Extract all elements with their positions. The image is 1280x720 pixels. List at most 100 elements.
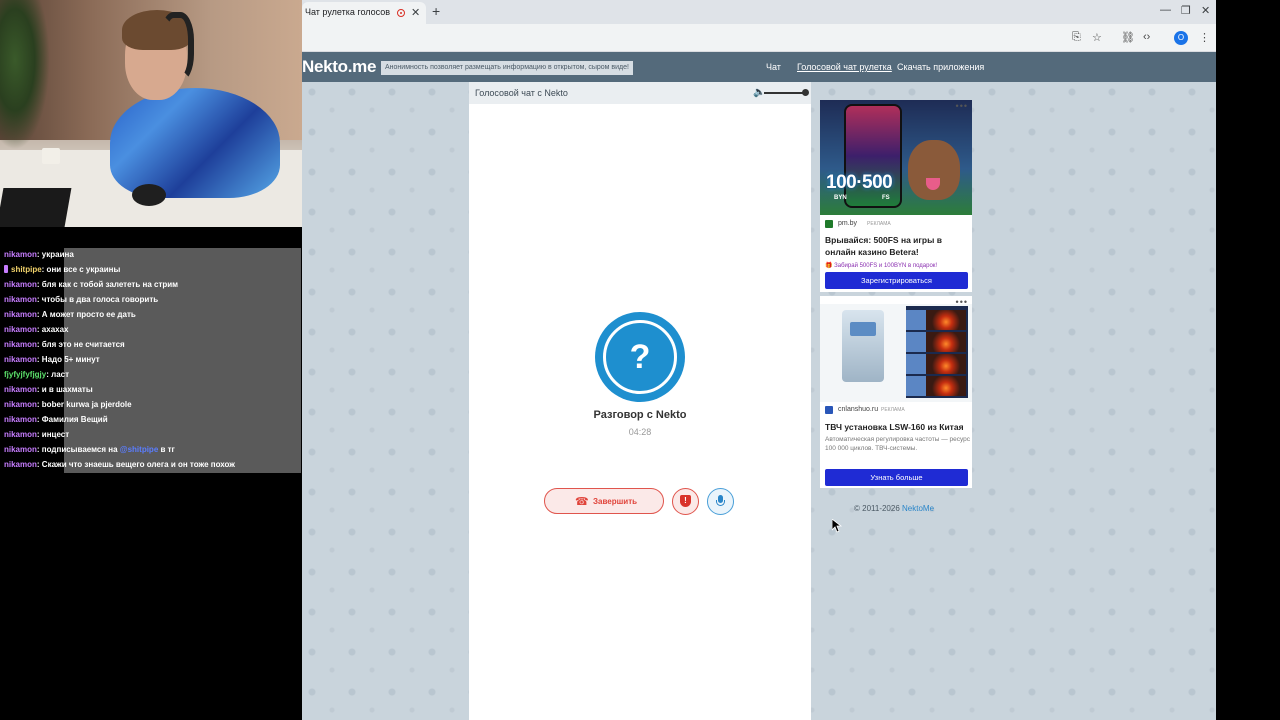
nav-download-apps[interactable]: Скачать приложения bbox=[897, 62, 984, 72]
profile-avatar[interactable]: O bbox=[1174, 31, 1188, 45]
bookmark-star-icon[interactable]: ☆ bbox=[1092, 31, 1102, 44]
chat-message-body: : бля как с тобой залететь на стрим bbox=[36, 280, 179, 289]
chat-message-text: nikamon: bober kurwa ja pjerdole bbox=[4, 400, 132, 409]
ad-title[interactable]: Врывайся: 500FS на игры в онлайн казино … bbox=[825, 234, 971, 258]
chat-username: fjyfyjfyfjgjy bbox=[4, 370, 47, 379]
chat-message-text: nikamon: ахахах bbox=[4, 325, 69, 334]
copyright-text: © 2011-2026 bbox=[854, 504, 900, 513]
chat-message-background bbox=[64, 428, 301, 443]
ad-banner-image: 100·500 BYN FS ••• bbox=[820, 100, 972, 215]
chat-username: shitpipe bbox=[11, 265, 42, 274]
nav-voice-chat[interactable]: Голосовой чат рулетка bbox=[797, 62, 892, 72]
recording-icon bbox=[397, 9, 405, 17]
headset bbox=[160, 12, 194, 82]
site-header: Nekto.me Анонимность позволяет размещать… bbox=[302, 52, 1216, 82]
footer-link[interactable]: NektoMe bbox=[902, 504, 934, 513]
panel-header: Голосовой чат с Nekto 🔈 bbox=[469, 82, 811, 104]
new-tab-button[interactable]: + bbox=[432, 3, 440, 19]
tab-close-icon[interactable]: ✕ bbox=[411, 6, 420, 19]
streamer-body bbox=[110, 88, 280, 198]
browser-window: Чат рулетка голосов ✕ + — ❐ ✕ ⎘ ☆ ⛓ ‹› O… bbox=[302, 0, 1216, 720]
chat-message-background bbox=[64, 383, 301, 398]
chat-message-text: nikamon: Надо 5+ минут bbox=[4, 355, 100, 364]
machine-image bbox=[842, 310, 884, 382]
register-button[interactable]: Зарегистрироваться bbox=[825, 272, 968, 289]
chat-username: nikamon bbox=[4, 385, 37, 394]
site-logo[interactable]: Nekto.me bbox=[302, 57, 376, 77]
chat-message-background bbox=[64, 368, 301, 383]
chat-username: nikamon bbox=[4, 355, 37, 364]
chat-message: nikamon: украина bbox=[0, 248, 302, 263]
ad-promo: 🎁 Забирай 500FS и 100BYN в подарок! bbox=[825, 263, 938, 269]
chat-message-background bbox=[64, 323, 301, 338]
dog-mascot-image bbox=[908, 140, 960, 200]
webcam-mouse bbox=[132, 184, 166, 206]
report-button[interactable]: ! bbox=[672, 488, 699, 515]
ad-title[interactable]: ТВЧ установка LSW-160 из Китая bbox=[825, 421, 971, 433]
end-call-label: Завершить bbox=[593, 497, 638, 506]
maximize-button[interactable]: ❐ bbox=[1181, 4, 1191, 17]
anonymity-notice: Анонимность позволяет размещать информац… bbox=[381, 61, 633, 75]
minimize-button[interactable]: — bbox=[1160, 4, 1171, 16]
ad-betera[interactable]: 100·500 BYN FS ••• pm.by РЕКЛАМА Врывайс… bbox=[820, 100, 972, 292]
chat-message-text: fjyfyjfyfjgjy: ласт bbox=[4, 370, 69, 379]
end-call-button[interactable]: ☎ Завершить bbox=[544, 488, 664, 514]
webcam-mug bbox=[42, 148, 60, 164]
chat-username: nikamon bbox=[4, 250, 37, 259]
chat-message-text: nikamon: Фамилия Вещий bbox=[4, 415, 108, 424]
chat-message: nikamon: бля это не считается bbox=[0, 338, 302, 353]
chat-mention: @shitpipe bbox=[119, 445, 159, 454]
chat-message: nikamon: Надо 5+ минут bbox=[0, 353, 302, 368]
chat-message-text: nikamon: бля как с тобой залететь на стр… bbox=[4, 280, 178, 289]
code-icon[interactable]: ‹› bbox=[1143, 31, 1150, 43]
chat-message-body: : чтобы в два голоса говорить bbox=[36, 295, 159, 304]
volume-slider[interactable] bbox=[764, 92, 806, 94]
chat-message-body: : Скажи что знаешь вещего олега и он тож… bbox=[36, 460, 235, 469]
ad-label: РЕКЛАМА bbox=[881, 407, 905, 413]
chat-message: shitpipe: они все с украины bbox=[0, 263, 302, 278]
chat-message-body: : бля это не считается bbox=[36, 340, 125, 349]
left-black-area bbox=[0, 473, 64, 720]
mic-badge-icon bbox=[4, 265, 8, 273]
right-black-area bbox=[1216, 0, 1280, 720]
copyright: © 2011-2026 NektoMe bbox=[854, 504, 934, 513]
tab-voice-chat[interactable]: Чат рулетка голосов ✕ bbox=[302, 2, 426, 24]
chat-username: nikamon bbox=[4, 460, 37, 469]
ad-label: РЕКЛАМА bbox=[867, 221, 891, 227]
chat-message: nikamon: подписываемся на @shitpipe в тг bbox=[0, 443, 302, 458]
ad-menu-icon[interactable]: ••• bbox=[956, 101, 968, 111]
chat-message: nikamon: чтобы в два голоса говорить bbox=[0, 293, 302, 308]
chat-message-body: : bober kurwa ja pjerdole bbox=[36, 400, 132, 409]
chat-username: nikamon bbox=[4, 340, 37, 349]
chat-message-body: : украина bbox=[36, 250, 74, 259]
chat-message: nikamon: bober kurwa ja pjerdole bbox=[0, 398, 302, 413]
ad-product-image bbox=[820, 304, 972, 402]
interlocutor-avatar: ? bbox=[595, 312, 685, 402]
tab-strip: Чат рулетка голосов ✕ + — ❐ ✕ bbox=[302, 0, 1216, 24]
ad-source-name: pm.by bbox=[838, 220, 858, 227]
microphone-button[interactable] bbox=[707, 488, 734, 515]
learn-more-button[interactable]: Узнать больше bbox=[825, 469, 968, 486]
page-background: Голосовой чат с Nekto 🔈 ? Разговор с Nek… bbox=[302, 82, 1216, 720]
ad-bonus-currency: BYN bbox=[834, 195, 847, 201]
link-icon[interactable]: ⛓ bbox=[1121, 31, 1135, 44]
conversation-title: Разговор с Nekto bbox=[593, 409, 687, 421]
webcam-keyboard bbox=[0, 188, 72, 227]
chat-username: nikamon bbox=[4, 295, 37, 304]
nav-chat[interactable]: Чат bbox=[766, 62, 781, 72]
chat-username: nikamon bbox=[4, 325, 37, 334]
voice-chat-panel: Голосовой чат с Nekto 🔈 ? Разговор с Nek… bbox=[469, 82, 842, 720]
chat-message-background bbox=[64, 248, 301, 263]
webcam-plant bbox=[0, 0, 50, 150]
chat-message-body: : они все с украины bbox=[41, 265, 121, 274]
ad-induction-heater[interactable]: ••• cnlanshuo.ru РЕКЛАМА ТВЧ установка L bbox=[820, 296, 972, 488]
volume-slider-knob[interactable] bbox=[802, 89, 809, 96]
chat-message-text: nikamon: подписываемся на @shitpipe в тг bbox=[4, 445, 175, 454]
menu-dots-icon[interactable]: ⋮ bbox=[1199, 31, 1210, 44]
install-app-icon[interactable]: ⎘ bbox=[1072, 31, 1081, 44]
chat-message-body: : ахахах bbox=[36, 325, 69, 334]
chat-message-body: : и в шахматы bbox=[36, 385, 93, 394]
shield-icon: ! bbox=[680, 495, 691, 507]
hang-up-icon: ☎ bbox=[575, 496, 589, 508]
close-window-button[interactable]: ✕ bbox=[1201, 4, 1210, 17]
